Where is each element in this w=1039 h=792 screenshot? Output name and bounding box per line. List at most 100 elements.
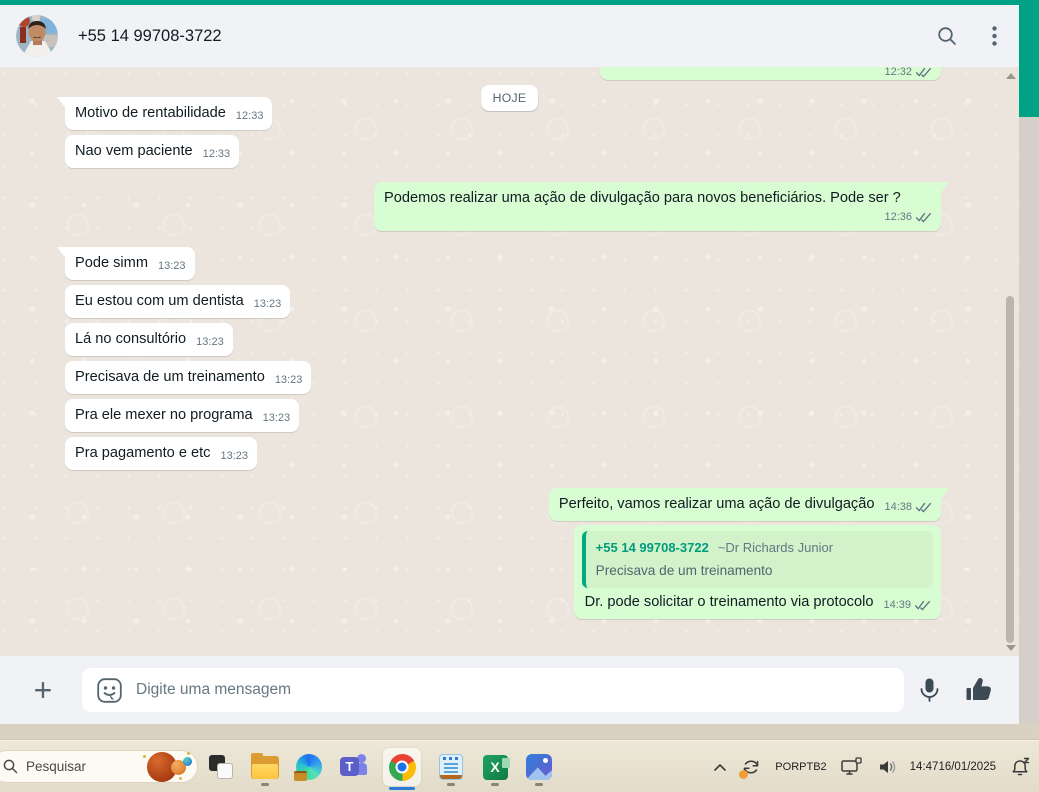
message-text: Precisava de um treinamento (75, 369, 265, 385)
message-meta: 13:23 (148, 257, 186, 276)
tray-chevron-icon[interactable] (713, 762, 727, 772)
language-indicator[interactable]: POR PTB2 (775, 761, 826, 774)
notepad-button[interactable] (437, 745, 465, 789)
chat-message-in[interactable]: Pra pagamento e etc 13:23 (65, 437, 258, 470)
clock-date[interactable]: 14:47 16/01/2025 (910, 760, 996, 774)
message-row: Podemos realizar uma ação de divulgação … (0, 182, 1019, 231)
file-explorer-button[interactable] (251, 745, 279, 789)
teams-button[interactable]: T (339, 745, 367, 789)
delivered-check-icon (914, 600, 931, 611)
message-text: Eu estou com um dentista (75, 293, 244, 309)
message-body: Dr. pode solicitar o treinamento via pro… (582, 588, 933, 612)
message-text: Dr. pode solicitar o treinamento via pro… (584, 594, 874, 610)
task-view-icon (209, 755, 233, 779)
file-explorer-icon (251, 752, 279, 779)
taskbar-search-box[interactable] (0, 750, 198, 783)
running-indicator (447, 783, 455, 786)
photos-button[interactable] (525, 745, 553, 789)
photos-mountain (526, 767, 552, 780)
notepad-bottom-strip (440, 775, 462, 779)
message-text: Perfeito, vamos realizar uma ação de div… (558, 496, 875, 512)
chat-message-in[interactable]: Lá no consultório 13:23 (65, 323, 233, 356)
message-time: 12:36 (884, 211, 912, 223)
focus-bell-icon[interactable] (1009, 755, 1033, 779)
message-text: Nao vem paciente (75, 143, 193, 159)
message-meta: 12:32 (874, 67, 932, 78)
kebab-menu-icon[interactable] (992, 26, 997, 46)
message-time: 12:32 (884, 67, 912, 78)
message-row: 12:32 (0, 67, 1019, 80)
chat-message-in[interactable]: Motivo de rentabilidade 12:33 (65, 97, 273, 130)
message-row: Eu estou com um dentista 13:23 (0, 285, 1019, 318)
edge-icon (294, 754, 322, 781)
excel-icon: X (482, 754, 510, 780)
microphone-icon[interactable] (918, 677, 941, 704)
header-actions (936, 25, 997, 47)
notepad-line (444, 771, 458, 773)
edge-button[interactable] (294, 745, 323, 789)
scrollbar-down-arrow[interactable] (1006, 645, 1016, 651)
chat-message-out-with-quote[interactable]: +55 14 99708-3722 ~Dr Richards Junior Pr… (573, 525, 941, 619)
chat-message-out[interactable]: Perfeito, vamos realizar uma ação de div… (548, 488, 941, 521)
contact-avatar[interactable] (16, 15, 58, 57)
chat-message-in[interactable]: Precisava de um treinamento 13:23 (65, 361, 312, 394)
excel-button[interactable]: X (481, 745, 510, 789)
message-meta: 14:39 (873, 596, 931, 615)
tray-time: 14:47 (909, 761, 939, 773)
message-time: 14:39 (883, 599, 911, 611)
message-row: Perfeito, vamos realizar uma ação de div… (0, 488, 1019, 521)
chat-message-in[interactable]: Eu estou com um dentista 13:23 (65, 285, 291, 318)
message-text: Pra pagamento e etc (75, 445, 211, 461)
keyboard-layout: PTB2 (799, 760, 827, 773)
windows-taskbar: T (0, 740, 1039, 792)
message-row: +55 14 99708-3722 ~Dr Richards Junior Pr… (0, 525, 1019, 619)
chat-message-out[interactable]: Podemos realizar uma ação de divulgação … (374, 182, 941, 231)
chat-message-in[interactable]: Nao vem paciente 12:33 (65, 135, 240, 168)
active-app-indicator (389, 787, 415, 790)
blob-circle (183, 756, 192, 766)
message-time: 12:33 (202, 148, 231, 160)
message-meta: 14:38 (874, 498, 932, 517)
task-view-button[interactable] (207, 745, 235, 789)
message-input-pill[interactable] (82, 668, 904, 712)
quoted-message[interactable]: +55 14 99708-3722 ~Dr Richards Junior Pr… (581, 531, 933, 588)
message-meta: 13:23 (265, 371, 303, 390)
chat-contact-name[interactable]: +55 14 99708-3722 (78, 27, 936, 46)
message-time: 13:23 (220, 450, 249, 462)
sticker-emoji-icon[interactable] (96, 677, 123, 704)
quoted-message-text: Precisava de um treinamento (595, 563, 773, 578)
message-input[interactable] (136, 681, 890, 699)
taskbar-search-input[interactable] (26, 759, 122, 774)
quoted-author-phone: +55 14 99708-3722 (595, 540, 709, 555)
message-row: Pra ele mexer no programa 13:23 (0, 399, 1019, 432)
attach-plus-icon[interactable]: + (28, 674, 58, 706)
chat-message-in[interactable]: Pra ele mexer no programa 13:23 (65, 399, 300, 432)
system-tray: POR PTB2 14:47 16/01/2025 (713, 741, 1033, 792)
tray-date: 16/01/2025 (938, 761, 996, 773)
chat-message-out-clipped[interactable]: 12:32 (600, 67, 941, 80)
message-time: 13:23 (253, 298, 282, 310)
message-text: Podemos realizar uma ação de divulgação … (384, 190, 901, 206)
chat-area: HOJE 12:32 Motivo de rentabilidade 12:33 (0, 67, 1019, 656)
message-text: Pode simm (75, 255, 148, 271)
speaker-icon[interactable] (877, 757, 897, 777)
search-icon[interactable] (936, 25, 958, 47)
chat-header: +55 14 99708-3722 (0, 5, 1019, 67)
message-meta: 13:23 (210, 447, 248, 466)
desktop-screen: +55 14 99708-3722 HOJE 12:32 Motivo de r… (0, 0, 1039, 792)
network-display-icon[interactable] (840, 756, 864, 778)
chrome-button[interactable] (383, 748, 421, 790)
scrollbar-thumb[interactable] (1006, 296, 1014, 643)
desktop-background-strip (0, 724, 1039, 740)
scrollbar-up-arrow[interactable] (1006, 73, 1016, 79)
message-row: Pode simm 13:23 (0, 247, 1019, 280)
message-text: Lá no consultório (75, 331, 187, 347)
thumbs-up-icon[interactable] (965, 677, 993, 704)
search-icon (3, 759, 18, 774)
teams-t-tile: T (340, 757, 359, 776)
chat-message-in[interactable]: Pode simm 13:23 (65, 247, 195, 280)
chat-scrollbar[interactable] (1005, 67, 1016, 656)
sparkle (143, 754, 146, 758)
sparkle (179, 776, 182, 780)
sync-icon[interactable] (739, 756, 762, 779)
